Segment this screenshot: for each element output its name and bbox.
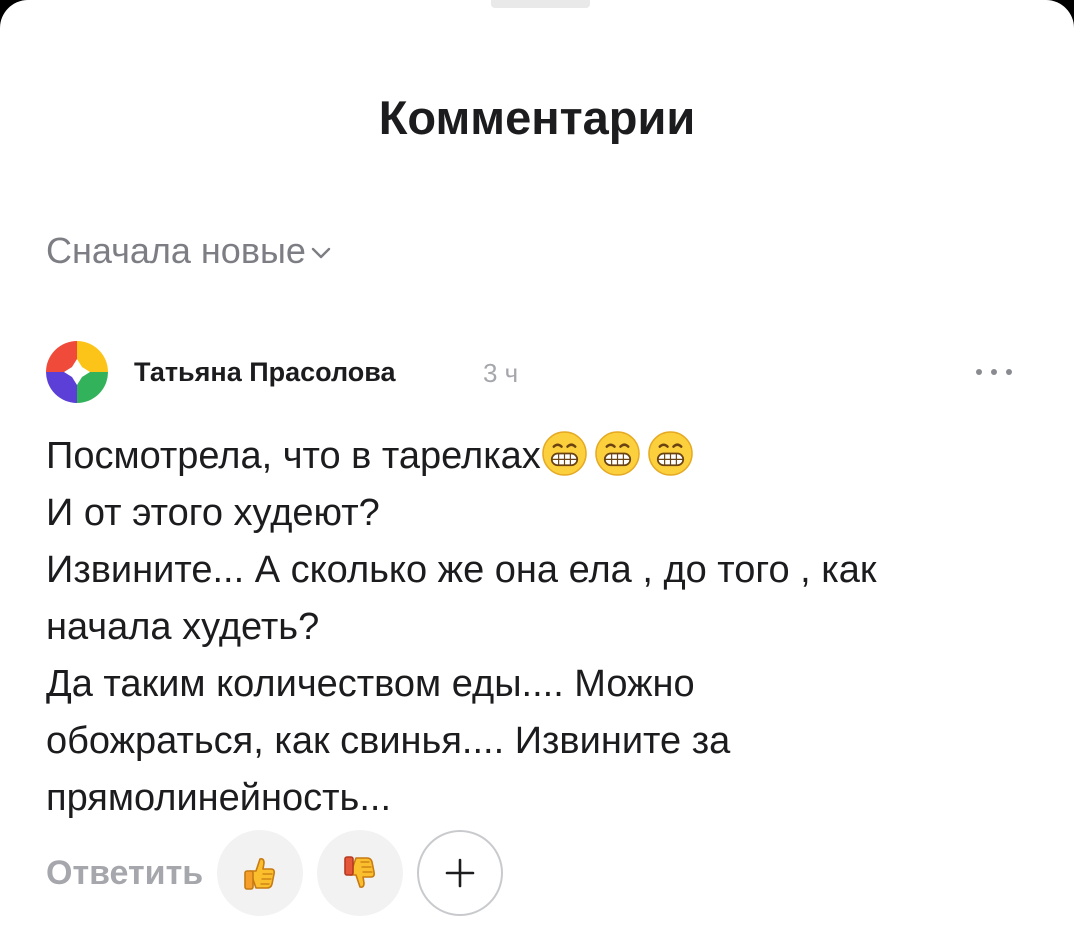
comment-line: прямолинейность... (46, 777, 392, 819)
comment-time: 3 ч (483, 358, 519, 388)
comment-line: И от этого худеют? (46, 492, 380, 534)
thumbs-down-icon (344, 856, 376, 888)
comment-line: начала худеть? (46, 606, 320, 648)
avatar[interactable] (46, 341, 108, 403)
comment-line: Извините... А сколько же она ела , до то… (46, 549, 877, 591)
comments-sheet: Комментарии Сначала новые Татьяна Прасол… (0, 0, 1074, 940)
comment-author[interactable]: Татьяна Прасолова (134, 355, 396, 389)
chevron-down-icon (311, 247, 331, 259)
thumbs-up-icon (244, 858, 276, 890)
more-horizontal-icon[interactable] (976, 365, 1012, 379)
comment-line: Да таким количеством еды.... Можно (46, 663, 695, 705)
comment-actions: Ответить (46, 830, 517, 916)
sort-dropdown[interactable]: Сначала новые (46, 228, 332, 274)
like-button[interactable] (217, 830, 304, 916)
comment-header: Татьяна Прасолова 3 ч (46, 341, 1026, 403)
reply-button[interactable]: Ответить (46, 853, 203, 893)
grinning-face-emoji-icon (542, 431, 587, 476)
comment-text: Посмотрела, что в тарелках И от этого ху… (46, 428, 1036, 827)
comment-line: Посмотрела, что в тарелках (46, 428, 1036, 485)
add-reaction-button[interactable] (417, 830, 504, 916)
comment-line: обожраться, как свинья.... Извините за (46, 720, 731, 762)
sheet-grab-handle[interactable] (491, 0, 590, 8)
grinning-face-emoji-icon (595, 431, 640, 476)
dislike-button[interactable] (317, 830, 404, 916)
grinning-face-emoji-icon (648, 431, 693, 476)
page-title: Комментарии (378, 91, 696, 144)
plus-icon (445, 858, 475, 888)
sort-label: Сначала новые (46, 230, 306, 271)
